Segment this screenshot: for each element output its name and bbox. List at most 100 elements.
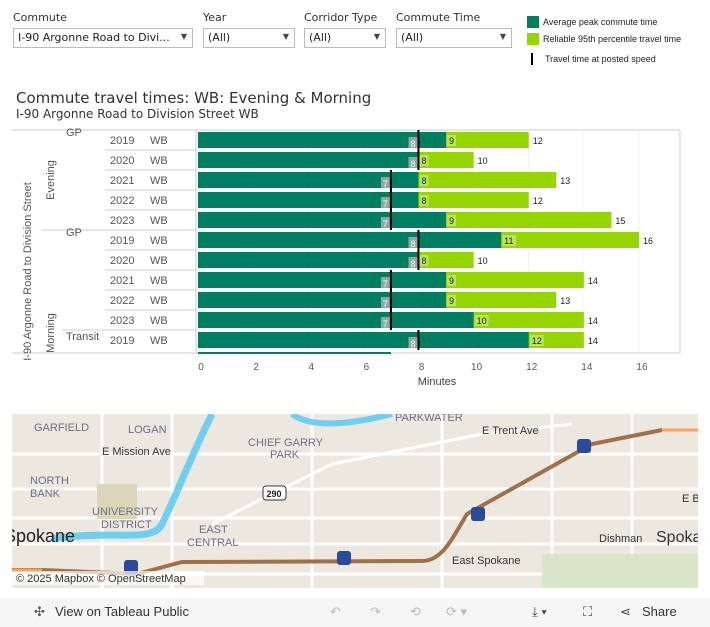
revert-icon[interactable]: ⟲ <box>410 604 421 620</box>
reliable-label: 15 <box>615 216 625 226</box>
row-year: 2020 <box>110 255 134 267</box>
row-direction: WB <box>150 155 168 167</box>
bar-average[interactable] <box>198 252 419 268</box>
row-direction: WB <box>150 255 168 267</box>
average-label: 9 <box>449 296 454 306</box>
svg-text:LOGAN: LOGAN <box>128 424 167 436</box>
posted-label: 8 <box>410 259 415 269</box>
svg-text:Dishman: Dishman <box>599 533 642 545</box>
posted-label: 8 <box>410 139 415 149</box>
svg-text:GARFIELD: GARFIELD <box>34 422 89 434</box>
posted-label: 7 <box>383 279 388 289</box>
x-tick-label: 6 <box>364 362 370 373</box>
x-axis-title: Minutes <box>418 376 457 388</box>
row-year: 2023 <box>110 215 134 227</box>
svg-text:EAST: EAST <box>199 524 228 536</box>
average-label: 9 <box>449 216 454 226</box>
average-label: 11 <box>504 236 513 246</box>
row-year: 2019 <box>110 135 134 147</box>
row-header-time: Morning <box>45 313 57 353</box>
svg-text:Spokane: Spokane <box>12 526 75 546</box>
row-year: 2019 <box>110 235 134 247</box>
bar-average[interactable] <box>198 292 447 308</box>
share-icon[interactable]: ⋖ <box>620 604 631 620</box>
row-corridor-type: GP <box>66 227 82 239</box>
posted-label: 8 <box>410 159 415 169</box>
reliable-label: 14 <box>588 276 598 286</box>
row-direction: WB <box>150 135 168 147</box>
map[interactable]: GARFIELD LOGAN PARKWATER E Trent Ave CHIEF … <box>12 414 698 588</box>
svg-text:E B: E B <box>682 493 698 505</box>
average-label: 9 <box>449 136 454 146</box>
svg-text:Spoka: Spoka <box>656 529 698 546</box>
row-year: 2023 <box>110 315 134 327</box>
row-direction: WB <box>150 175 168 187</box>
fullscreen-icon[interactable]: ⛶ <box>583 604 592 620</box>
x-tick-label: 2 <box>253 362 259 373</box>
row-direction: WB <box>150 315 168 327</box>
download-icon[interactable]: ⤓ ▾ <box>532 604 547 620</box>
shield-label: 290 <box>266 489 281 499</box>
average-label: 9 <box>449 276 454 286</box>
svg-text:PARKWATER: PARKWATER <box>395 414 463 424</box>
svg-text:UNIVERSITY: UNIVERSITY <box>92 506 159 518</box>
row-year: 2020 <box>110 155 134 167</box>
tableau-logo-icon: ✣ <box>34 604 45 619</box>
row-corridor-type: GP <box>66 127 82 139</box>
park-area <box>542 554 698 588</box>
row-corridor-type: Transit <box>66 331 99 343</box>
average-label: 8 <box>421 156 426 166</box>
posted-label: 7 <box>383 199 388 209</box>
average-label: 12 <box>532 336 542 346</box>
reliable-label: 13 <box>560 176 570 186</box>
bar-partial <box>198 352 391 354</box>
bar-average[interactable] <box>198 272 447 288</box>
row-year: 2022 <box>110 195 134 207</box>
x-tick-label: 16 <box>636 362 648 373</box>
bar-average[interactable] <box>198 332 529 348</box>
posted-label: 7 <box>383 299 388 309</box>
share-button[interactable]: Share <box>642 604 677 619</box>
row-direction: WB <box>150 235 168 247</box>
bar-chart: 0 2 4 6 8 10 12 14 16 Minutes I-90 Argonne Road to… <box>12 127 681 388</box>
row-header-time: Evening <box>45 160 57 200</box>
row-year: 2021 <box>110 175 134 187</box>
x-tick-label: 4 <box>308 362 314 373</box>
tableau-toolbar: ✣ View on Tableau Public ↶ ↷ ⟲ ⟳ ▾ ⤓ ▾ ⛶… <box>0 598 710 627</box>
posted-label: 8 <box>410 239 415 249</box>
average-label: 8 <box>421 176 426 186</box>
reliable-label: 16 <box>643 236 653 246</box>
posted-label: 8 <box>410 339 415 349</box>
x-tick-label: 8 <box>419 362 425 373</box>
posted-label: 7 <box>383 319 388 329</box>
average-label: 8 <box>421 256 426 266</box>
average-label: 10 <box>477 316 487 326</box>
bar-average[interactable] <box>198 312 474 328</box>
row-header-commute: I-90 Argonne Road to Division Street <box>22 182 34 361</box>
posted-label: 7 <box>383 219 388 229</box>
svg-text:E Mission Ave: E Mission Ave <box>102 446 171 458</box>
undo-icon[interactable]: ↶ <box>330 604 341 620</box>
svg-text:CENTRAL: CENTRAL <box>187 537 238 549</box>
row-year: 2021 <box>110 275 134 287</box>
bar-average[interactable] <box>198 212 447 228</box>
map-attribution[interactable]: © 2025 Mapbox © OpenStreetMap <box>16 573 186 585</box>
view-on-tableau-link[interactable]: View on Tableau Public <box>55 604 189 619</box>
reliable-label: 10 <box>478 156 488 166</box>
posted-label: 7 <box>383 179 388 189</box>
bar-average[interactable] <box>198 152 419 168</box>
svg-text:BANK: BANK <box>30 488 61 500</box>
average-label: 8 <box>421 196 426 206</box>
reliable-label: 12 <box>533 196 543 206</box>
redo-icon[interactable]: ↷ <box>370 604 381 620</box>
x-tick-label: 10 <box>471 362 483 373</box>
svg-text:E Trent Ave: E Trent Ave <box>482 425 539 437</box>
row-direction: WB <box>150 295 168 307</box>
svg-text:DISTRICT: DISTRICT <box>101 519 152 531</box>
bar-average[interactable] <box>198 232 502 248</box>
x-tick-label: 12 <box>526 362 538 373</box>
refresh-icon[interactable]: ⟳ ▾ <box>446 604 467 620</box>
reliable-label: 14 <box>588 336 598 346</box>
row-year: 2022 <box>110 295 134 307</box>
reliable-label: 12 <box>533 136 543 146</box>
